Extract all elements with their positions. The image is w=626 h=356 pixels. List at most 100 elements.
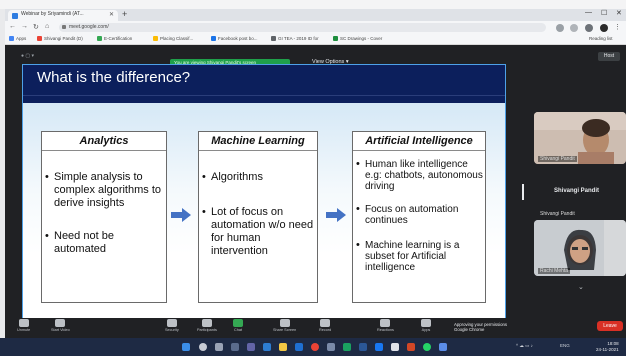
- apps-icon: [9, 36, 14, 41]
- bookmark-item[interactable]: Apps: [9, 36, 26, 41]
- file-explorer-icon[interactable]: [279, 343, 287, 351]
- address-bar[interactable]: meet.google.com/: [59, 23, 546, 32]
- card-bullet: Lot of focus on automation w/o need for …: [199, 206, 317, 258]
- close-window-button[interactable]: ✕: [616, 9, 622, 17]
- back-arrow-icon[interactable]: ←: [9, 23, 16, 30]
- app-icon[interactable]: [391, 343, 399, 351]
- unmute-button[interactable]: Unmute: [17, 319, 30, 332]
- app-icon[interactable]: [439, 343, 447, 351]
- powerpoint-icon[interactable]: [407, 343, 415, 351]
- people-icon: [201, 319, 212, 327]
- chevron-down-icon[interactable]: ⌄: [578, 283, 584, 291]
- bookmarks-bar: Apps Shivangi Pandit (D) E-Certification…: [5, 34, 626, 45]
- bookmark-item[interactable]: Facebook post bo...: [211, 36, 258, 41]
- card-bullet: Human like intelligence e.g: chatbots, a…: [353, 159, 485, 192]
- tab-close-icon[interactable]: ✕: [109, 11, 114, 18]
- forward-arrow-icon[interactable]: →: [21, 23, 28, 30]
- card-heading: Analytics: [79, 135, 129, 147]
- word-icon[interactable]: [359, 343, 367, 351]
- store-icon[interactable]: [327, 343, 335, 351]
- shared-slide: What is the difference? Analytics Simple…: [22, 64, 506, 320]
- permission-toast: Approving your permissions Google Chrome: [454, 322, 507, 332]
- widgets-icon[interactable]: [231, 343, 239, 351]
- bookmark-icon: [37, 36, 42, 41]
- bookmark-icon: [153, 36, 158, 41]
- chat-button[interactable]: Chat: [233, 319, 243, 332]
- participant-name-tag: Rachi Mehta: [538, 268, 571, 274]
- participant-video[interactable]: Rachi Mehta: [534, 220, 626, 276]
- bookmark-item[interactable]: GI TEA - 2019 ID for: [271, 36, 319, 41]
- task-view-icon[interactable]: [215, 343, 223, 351]
- card-heading: Artificial Intelligence: [365, 135, 473, 147]
- bookmark-item[interactable]: Shivangi Pandit (D): [37, 36, 83, 41]
- start-video-button[interactable]: Start Video: [51, 319, 70, 332]
- card-heading: Machine Learning: [211, 135, 305, 147]
- reading-list[interactable]: Reading list: [589, 36, 613, 41]
- tab-title: Webinar by Sriyamindi (AT...: [21, 11, 84, 17]
- app-icon[interactable]: [375, 343, 383, 351]
- browser-tab-bar: Webinar by Sriyamindi (AT... ✕ + — ☐ ✕: [5, 9, 626, 21]
- more-menu-icon[interactable]: ⋮: [614, 23, 621, 31]
- search-icon[interactable]: [199, 343, 207, 351]
- apps-icon: [421, 319, 431, 327]
- share-screen-icon: [279, 319, 290, 327]
- record-icon: [320, 319, 331, 327]
- reload-icon[interactable]: ↻: [33, 23, 39, 31]
- bookmark-icon: [333, 36, 338, 41]
- tab-favicon-icon: [12, 13, 18, 19]
- teams-icon[interactable]: [247, 343, 255, 351]
- reactions-button[interactable]: Reactions: [377, 319, 394, 332]
- bookmark-item[interactable]: SC Drawings - Cover: [333, 36, 382, 41]
- language-indicator[interactable]: ENG: [560, 343, 570, 348]
- lock-icon: [62, 25, 66, 29]
- security-button[interactable]: Security: [165, 319, 179, 332]
- card-divider: [353, 150, 485, 151]
- analytics-card: Analytics Simple analysis to complex alg…: [41, 131, 167, 303]
- new-tab-button[interactable]: +: [122, 9, 127, 19]
- participant-tile-name: Shivangi Pandit: [554, 188, 600, 194]
- right-arrow-icon: [171, 208, 191, 222]
- address-row: ← → ↻ ⌂ meet.google.com/ ⋮: [5, 21, 626, 34]
- camera-icon: [55, 319, 66, 327]
- bookmark-item[interactable]: Placing Classif...: [153, 36, 193, 41]
- bookmark-icon: [97, 36, 102, 41]
- card-bullet: Algorithms: [199, 171, 317, 184]
- card-bullet: Need not be automated: [42, 230, 166, 256]
- chrome-icon[interactable]: [311, 343, 319, 351]
- whatsapp-icon[interactable]: [423, 343, 431, 351]
- account-icon[interactable]: [600, 24, 608, 32]
- edge-icon[interactable]: [295, 343, 303, 351]
- leave-button[interactable]: Leave: [597, 321, 623, 331]
- reactions-icon: [380, 319, 391, 327]
- taskbar-clock[interactable]: 18:08 24-11-2021: [596, 341, 619, 353]
- slide-header: What is the difference?: [23, 65, 505, 103]
- minimize-button[interactable]: —: [585, 9, 592, 16]
- share-screen-button[interactable]: Share Screen: [273, 319, 296, 332]
- meeting-info-icon[interactable]: ● ▢ ▾: [21, 53, 34, 59]
- profile-avatar-icon[interactable]: [585, 24, 593, 32]
- bookmark-item[interactable]: E-Certification: [97, 36, 132, 41]
- artificial-intelligence-card: Artificial Intelligence Human like intel…: [352, 131, 486, 303]
- shield-icon: [166, 319, 177, 327]
- participant-video[interactable]: Shivangi Pandit: [534, 112, 626, 164]
- host-badge: Host: [598, 52, 620, 61]
- browser-tab[interactable]: Webinar by Sriyamindi (AT... ✕: [8, 10, 118, 21]
- bookmark-icon: [211, 36, 216, 41]
- maximize-button[interactable]: ☐: [601, 9, 607, 17]
- slide-title: What is the difference?: [37, 69, 191, 86]
- system-tray-icons[interactable]: ^ ☁ ▭ ♪: [516, 343, 533, 349]
- excel-icon[interactable]: [343, 343, 351, 351]
- record-button[interactable]: Record: [319, 319, 331, 332]
- address-url: meet.google.com/: [69, 24, 109, 30]
- card-divider: [42, 150, 166, 151]
- participants-button[interactable]: Participants: [197, 319, 217, 332]
- apps-button[interactable]: Apps: [421, 319, 431, 332]
- home-icon[interactable]: ⌂: [45, 23, 49, 30]
- zoom-icon[interactable]: [263, 343, 271, 351]
- start-icon[interactable]: [182, 343, 190, 351]
- participant-name-tag: Shivangi Pandit: [540, 211, 575, 217]
- card-bullet: Machine learning is a subset for Artific…: [353, 240, 485, 273]
- star-icon[interactable]: [570, 24, 578, 32]
- extension-icon[interactable]: [556, 24, 564, 32]
- card-bullet: Focus on automation continues: [353, 204, 485, 226]
